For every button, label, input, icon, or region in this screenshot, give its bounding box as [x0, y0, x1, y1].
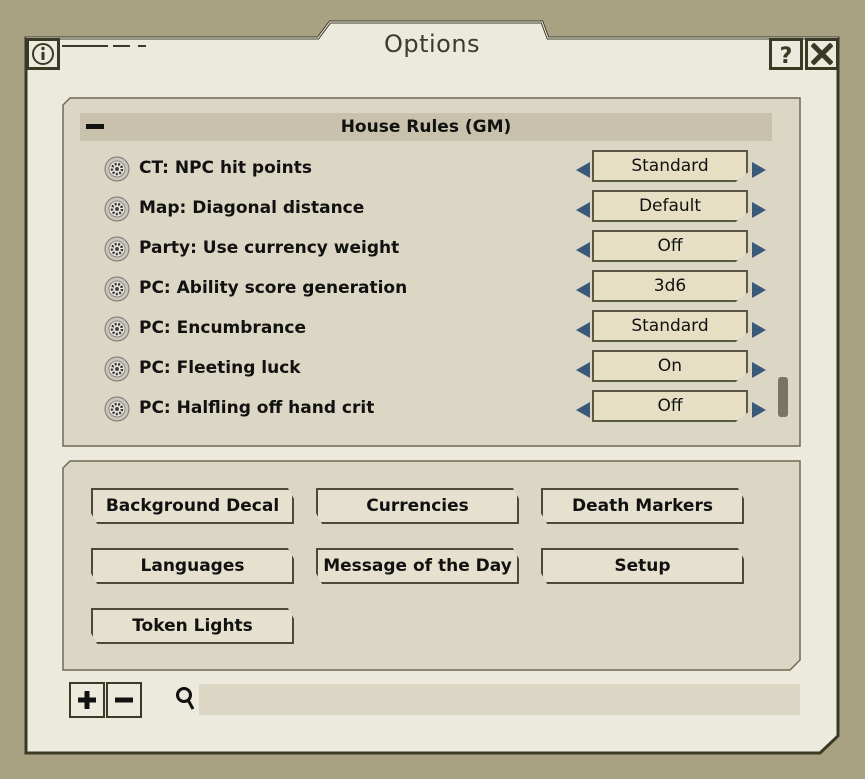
next-value-icon[interactable]	[752, 242, 766, 258]
option-value[interactable]: Default	[592, 190, 748, 222]
prev-value-icon[interactable]	[576, 282, 590, 298]
prev-value-icon[interactable]	[576, 162, 590, 178]
option-row: Party: Use currency weight Off	[104, 230, 774, 266]
option-row: PC: Halfling off hand crit Off	[104, 390, 774, 426]
help-button[interactable]: ?	[769, 38, 803, 70]
next-value-icon[interactable]	[752, 282, 766, 298]
option-row: CT: NPC hit points Standard	[104, 150, 774, 186]
option-label: Party: Use currency weight	[139, 238, 400, 258]
option-value[interactable]: Off	[592, 390, 748, 422]
minus-icon	[115, 697, 133, 703]
next-value-icon[interactable]	[752, 362, 766, 378]
svg-text:?: ?	[780, 44, 793, 66]
gear-icon[interactable]	[104, 236, 130, 262]
gear-icon[interactable]	[104, 156, 130, 182]
prev-value-icon[interactable]	[576, 362, 590, 378]
option-row: PC: Ability score generation 3d6	[104, 270, 774, 306]
close-button[interactable]	[805, 38, 839, 70]
option-group-button[interactable]: Token Lights	[91, 608, 294, 644]
option-label: CT: NPC hit points	[139, 158, 312, 178]
gear-icon[interactable]	[104, 316, 130, 342]
group-header[interactable]: House Rules (GM)	[80, 113, 772, 141]
prev-value-icon[interactable]	[576, 322, 590, 338]
option-group-button[interactable]: Message of the Day	[316, 548, 519, 584]
option-value[interactable]: 3d6	[592, 270, 748, 302]
info-icon	[32, 43, 54, 65]
help-icon: ?	[780, 44, 793, 66]
option-row: Map: Diagonal distance Default	[104, 190, 774, 226]
prev-value-icon[interactable]	[576, 202, 590, 218]
gear-icon[interactable]	[104, 356, 130, 382]
option-group-button[interactable]: Languages	[91, 548, 294, 584]
option-label: PC: Fleeting luck	[139, 358, 301, 378]
option-label: PC: Ability score generation	[139, 278, 408, 298]
zoom-out-button[interactable]	[106, 682, 142, 718]
zoom-in-button[interactable]	[69, 682, 105, 718]
option-label: PC: Encumbrance	[139, 318, 306, 338]
search-icon	[176, 687, 195, 710]
close-icon	[811, 43, 833, 65]
option-group-button[interactable]: Setup	[541, 548, 744, 584]
gear-icon[interactable]	[104, 396, 130, 422]
next-value-icon[interactable]	[752, 162, 766, 178]
next-value-icon[interactable]	[752, 202, 766, 218]
option-label: PC: Halfling off hand crit	[139, 398, 375, 418]
gear-icon[interactable]	[104, 276, 130, 302]
option-value[interactable]: Off	[592, 230, 748, 262]
plus-icon	[78, 691, 96, 709]
gear-icon[interactable]	[104, 196, 130, 222]
option-value[interactable]: On	[592, 350, 748, 382]
next-value-icon[interactable]	[752, 322, 766, 338]
option-group-button[interactable]: Background Decal	[91, 488, 294, 524]
window-title: Options	[383, 30, 481, 58]
prev-value-icon[interactable]	[576, 402, 590, 418]
option-group-button[interactable]: Death Markers	[541, 488, 744, 524]
option-row: PC: Encumbrance Standard	[104, 310, 774, 346]
option-group-button[interactable]: Currencies	[316, 488, 519, 524]
option-row: PC: Fleeting luck On	[104, 350, 774, 386]
option-value[interactable]: Standard	[592, 150, 748, 182]
next-value-icon[interactable]	[752, 402, 766, 418]
group-title: House Rules (GM)	[340, 117, 512, 137]
option-label: Map: Diagonal distance	[139, 198, 365, 218]
search-input[interactable]	[199, 684, 800, 715]
option-value[interactable]: Standard	[592, 310, 748, 342]
info-button[interactable]	[26, 38, 60, 70]
scrollbar-thumb[interactable]	[778, 377, 788, 417]
prev-value-icon[interactable]	[576, 242, 590, 258]
